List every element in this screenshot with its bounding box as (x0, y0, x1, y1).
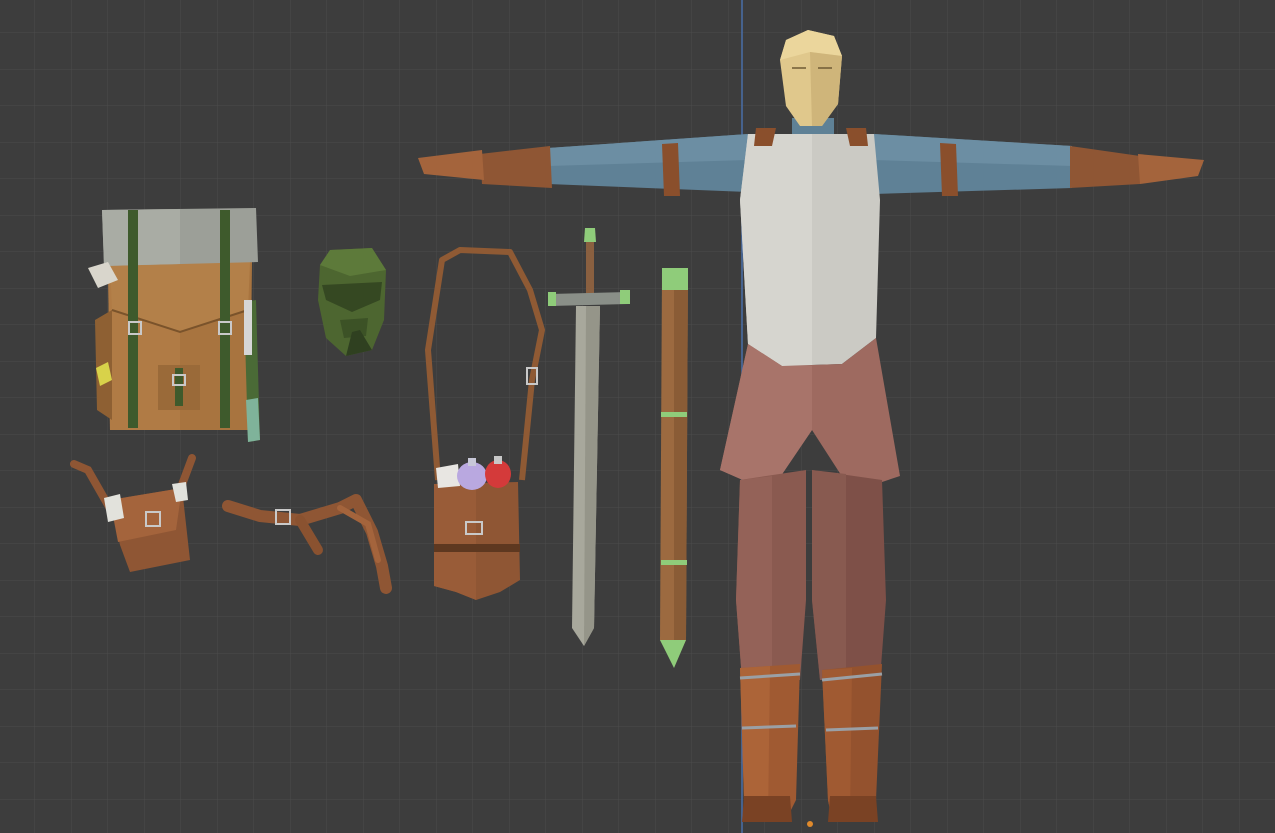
scabbard-model[interactable] (660, 268, 688, 668)
backpack-model[interactable] (88, 208, 260, 442)
viewport-canvas[interactable] (0, 0, 1275, 833)
origin-point[interactable] (807, 821, 813, 827)
3d-viewport[interactable] (0, 0, 1275, 833)
helmet-model[interactable] (318, 248, 386, 356)
